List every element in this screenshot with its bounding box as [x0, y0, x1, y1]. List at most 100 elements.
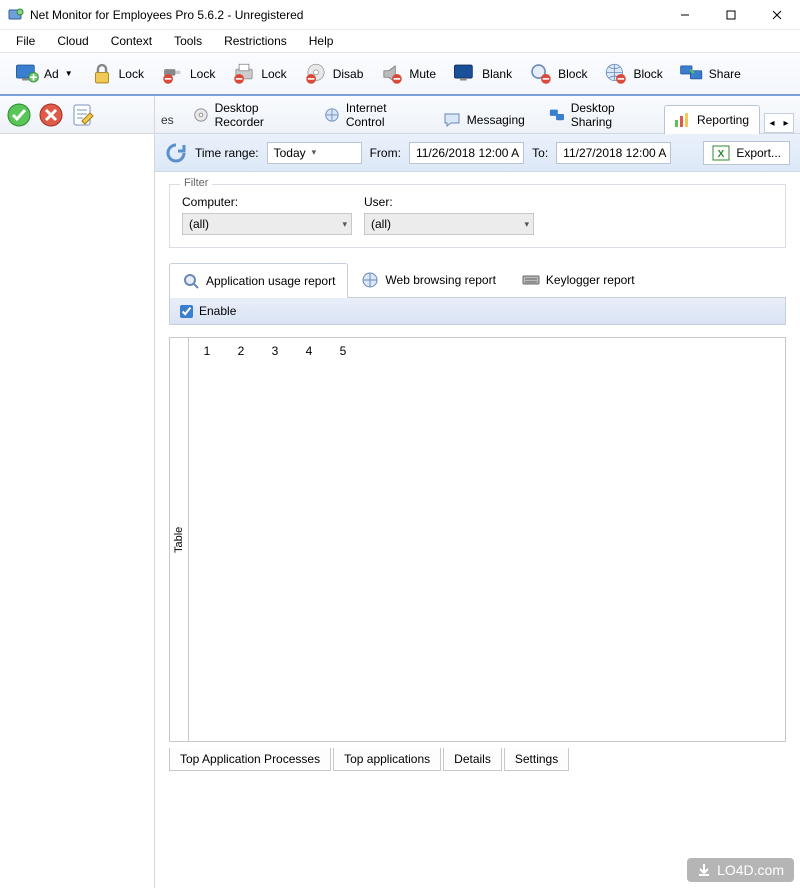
magnifier-block-icon — [528, 61, 554, 87]
tab-label: Reporting — [697, 113, 749, 127]
filter-group: Filter Computer: (all) ▾ User: (all) ▾ — [169, 184, 786, 248]
menu-file[interactable]: File — [6, 32, 45, 50]
btab-details[interactable]: Details — [443, 748, 502, 771]
titlebar: Net Monitor for Employees Pro 5.6.2 - Un… — [0, 0, 800, 30]
edit-button[interactable] — [70, 102, 96, 128]
tab-desktop-recorder[interactable]: Desktop Recorder — [184, 95, 311, 134]
tab-label: Internet Control — [346, 101, 419, 129]
tab-reporting[interactable]: Reporting — [664, 105, 760, 134]
app-icon — [8, 7, 24, 23]
download-icon — [697, 863, 711, 877]
time-range-value: Today — [274, 146, 306, 160]
tab-next-button[interactable]: ▸ — [779, 114, 793, 132]
tab-internet-control[interactable]: Internet Control — [315, 95, 430, 134]
lock-button-2[interactable]: Lock — [156, 58, 219, 90]
btab-settings[interactable]: Settings — [504, 748, 569, 771]
btab-top-processes[interactable]: Top Application Processes — [169, 748, 331, 771]
lock3-label: Lock — [261, 67, 286, 81]
chart-icon — [673, 111, 691, 129]
user-value: (all) — [371, 217, 391, 231]
user-label: User: — [364, 195, 534, 209]
subtab-keylogger[interactable]: Keylogger report — [509, 262, 648, 297]
close-button[interactable] — [754, 0, 800, 30]
tab-messaging[interactable]: Messaging — [434, 105, 536, 134]
content: es Desktop Recorder Internet Control Mes… — [0, 96, 800, 888]
excel-icon: X — [712, 144, 730, 162]
menu-restrictions[interactable]: Restrictions — [214, 32, 297, 50]
table-area: Table 1 2 3 4 5 — [169, 337, 786, 742]
watermark-text: LO4D.com — [717, 862, 784, 878]
tree-panel — [0, 96, 155, 888]
to-date-input[interactable]: 11/27/2018 12:00 A — [556, 142, 671, 164]
data-grid[interactable]: 1 2 3 4 5 — [189, 337, 786, 742]
chat-icon — [443, 111, 461, 129]
refresh-button[interactable] — [165, 142, 187, 164]
disable-button[interactable]: Disab — [299, 58, 368, 90]
confirm-button[interactable] — [6, 102, 32, 128]
add-label: Ad — [44, 67, 59, 81]
monitor-blank-icon — [452, 61, 478, 87]
time-range-label: Time range: — [195, 146, 259, 160]
grid-col[interactable]: 4 — [301, 344, 317, 358]
subtab-label: Application usage report — [206, 274, 335, 288]
block1-label: Block — [558, 67, 587, 81]
block-button-2[interactable]: Block — [599, 58, 666, 90]
magnifier-icon — [182, 272, 200, 290]
maximize-button[interactable] — [708, 0, 754, 30]
export-label: Export... — [736, 146, 781, 160]
tab-truncated[interactable]: es — [155, 107, 180, 133]
subtab-label: Keylogger report — [546, 273, 635, 287]
subtab-app-usage[interactable]: Application usage report — [169, 263, 348, 298]
mute-button[interactable]: Mute — [375, 58, 440, 90]
printer-lock-icon — [231, 61, 257, 87]
add-button[interactable]: Ad ▼ — [10, 58, 77, 90]
watermark: LO4D.com — [687, 858, 794, 882]
minimize-button[interactable] — [662, 0, 708, 30]
tree-area[interactable] — [0, 134, 154, 888]
export-button[interactable]: X Export... — [703, 141, 790, 165]
tab-label: Desktop Sharing — [571, 101, 649, 129]
grid-col[interactable]: 1 — [199, 344, 215, 358]
main-panel: es Desktop Recorder Internet Control Mes… — [155, 96, 800, 888]
grid-col[interactable]: 3 — [267, 344, 283, 358]
cancel-button[interactable] — [38, 102, 64, 128]
tab-desktop-sharing[interactable]: Desktop Sharing — [540, 95, 660, 134]
computer-value: (all) — [189, 217, 209, 231]
globe-block-icon — [603, 61, 629, 87]
blank-label: Blank — [482, 67, 512, 81]
menubar: File Cloud Context Tools Restrictions He… — [0, 30, 800, 52]
enable-label: Enable — [199, 304, 236, 318]
btab-top-apps[interactable]: Top applications — [333, 748, 441, 771]
tab-label: Desktop Recorder — [215, 101, 300, 129]
screens-icon — [549, 106, 565, 124]
mute-label: Mute — [409, 67, 436, 81]
tree-actions — [0, 96, 154, 134]
window-title: Net Monitor for Employees Pro 5.6.2 - Un… — [30, 8, 662, 22]
menu-cloud[interactable]: Cloud — [47, 32, 98, 50]
lock-button-3[interactable]: Lock — [227, 58, 290, 90]
to-date-value: 11/27/2018 12:00 A — [563, 146, 666, 160]
grid-col[interactable]: 5 — [335, 344, 351, 358]
monitor-add-icon — [14, 61, 40, 87]
enable-bar: Enable — [169, 298, 786, 325]
lock-button-1[interactable]: Lock — [85, 58, 148, 90]
enable-checkbox[interactable] — [180, 305, 193, 318]
menu-help[interactable]: Help — [299, 32, 344, 50]
subtab-web-browsing[interactable]: Web browsing report — [348, 262, 509, 297]
tab-prev-button[interactable]: ◂ — [765, 114, 779, 132]
table-vertical-label[interactable]: Table — [169, 337, 189, 742]
computer-select[interactable]: (all) ▾ — [182, 213, 352, 235]
blank-button[interactable]: Blank — [448, 58, 516, 90]
tabstrip: es Desktop Recorder Internet Control Mes… — [155, 96, 800, 134]
grid-col[interactable]: 2 — [233, 344, 249, 358]
from-date-value: 11/26/2018 12:00 A — [416, 146, 519, 160]
share-button[interactable]: Share — [675, 58, 745, 90]
time-range-select[interactable]: Today ▾ — [267, 142, 362, 164]
usb-lock-icon — [160, 61, 186, 87]
block-button-1[interactable]: Block — [524, 58, 591, 90]
svg-text:X: X — [718, 149, 725, 160]
user-select[interactable]: (all) ▾ — [364, 213, 534, 235]
menu-tools[interactable]: Tools — [164, 32, 212, 50]
from-date-input[interactable]: 11/26/2018 12:00 A — [409, 142, 524, 164]
menu-context[interactable]: Context — [101, 32, 162, 50]
